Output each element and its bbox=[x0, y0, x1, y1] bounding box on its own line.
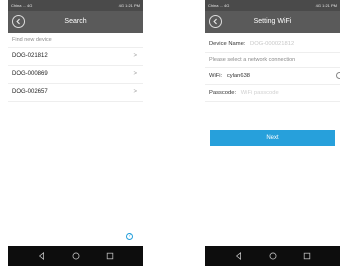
wifi-row[interactable]: WiFi: cylan638 bbox=[205, 68, 340, 85]
wifi-label: WiFi: bbox=[209, 73, 223, 79]
chevron-right-icon: > bbox=[133, 89, 137, 95]
chevron-right-icon: > bbox=[133, 53, 137, 59]
help-icon[interactable]: ? bbox=[126, 233, 133, 240]
page-title: Setting WiFi bbox=[253, 18, 292, 25]
setting-wifi-screen: China ... 4G 4G 1:21 PM Setting WiFi Dev… bbox=[205, 0, 340, 266]
status-right: 4G 1:21 PM bbox=[118, 3, 140, 8]
passcode-row[interactable]: Passcode: WiFi passcode bbox=[205, 85, 340, 102]
wifi-value: cylan638 bbox=[226, 73, 251, 79]
chevron-right-icon: > bbox=[133, 71, 137, 77]
status-bar: China ... 4G 4G 1:21 PM bbox=[8, 0, 143, 11]
status-left: China ... 4G bbox=[208, 3, 230, 8]
back-arrow-icon bbox=[16, 18, 20, 25]
wifi-info-icon[interactable] bbox=[336, 72, 340, 79]
nav-home-icon[interactable] bbox=[269, 252, 277, 260]
nav-back-icon[interactable] bbox=[38, 252, 46, 260]
device-label: DOG-002657 bbox=[12, 89, 48, 95]
device-row[interactable]: DOG-002657 > bbox=[8, 84, 143, 102]
system-nav-bar bbox=[8, 246, 143, 266]
next-button[interactable]: Next bbox=[210, 130, 335, 146]
device-row[interactable]: DOG-000869 > bbox=[8, 66, 143, 84]
system-nav-bar bbox=[205, 246, 340, 266]
wifi-form: Device Name: DOG-000021812 Please select… bbox=[205, 36, 340, 102]
device-list-section: Find new device DOG-021812 > DOG-000869 … bbox=[8, 33, 143, 102]
back-arrow-icon bbox=[213, 18, 217, 25]
device-row[interactable]: DOG-021812 > bbox=[8, 48, 143, 66]
device-name-value: DOG-000021812 bbox=[250, 41, 295, 47]
page-title: Search bbox=[64, 18, 87, 25]
status-right: 4G 1:21 PM bbox=[315, 3, 337, 8]
title-bar: Setting WiFi bbox=[205, 11, 340, 33]
device-name-label: Device Name: bbox=[209, 41, 246, 47]
find-new-device-label: Find new device bbox=[8, 33, 143, 48]
passcode-input[interactable]: WiFi passcode bbox=[241, 90, 279, 96]
nav-recent-icon[interactable] bbox=[106, 252, 114, 260]
passcode-label: Passcode: bbox=[209, 90, 237, 96]
nav-back-icon[interactable] bbox=[235, 252, 243, 260]
status-bar: China ... 4G 4G 1:21 PM bbox=[205, 0, 340, 11]
back-button[interactable] bbox=[209, 15, 222, 28]
device-label: DOG-000869 bbox=[12, 71, 48, 77]
device-label: DOG-021812 bbox=[12, 53, 48, 59]
nav-recent-icon[interactable] bbox=[303, 252, 311, 260]
nav-home-icon[interactable] bbox=[72, 252, 80, 260]
select-network-hint: Please select a network connection bbox=[205, 53, 340, 68]
status-left: China ... 4G bbox=[11, 3, 33, 8]
back-button[interactable] bbox=[12, 15, 25, 28]
device-name-row: Device Name: DOG-000021812 bbox=[205, 36, 340, 53]
title-bar: Search bbox=[8, 11, 143, 33]
search-screen: China ... 4G 4G 1:21 PM Search Find new … bbox=[8, 0, 143, 266]
